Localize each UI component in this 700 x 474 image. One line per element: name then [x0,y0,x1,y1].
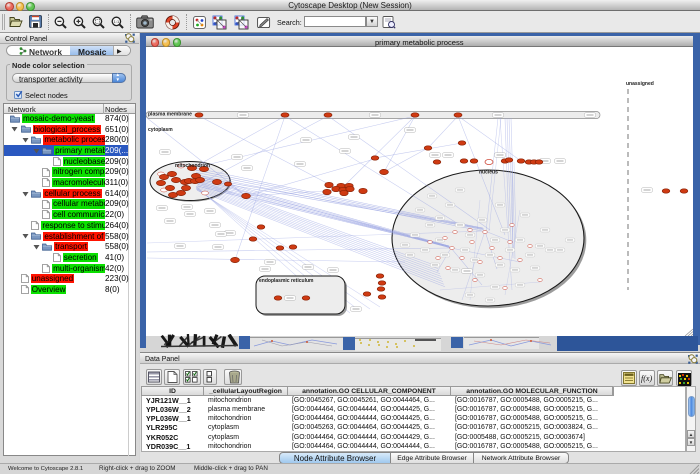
svg-text:nucleus: nucleus [479,170,498,176]
svg-text:1:1: 1:1 [114,19,120,24]
svg-text:endoplasmic reticulum: endoplasmic reticulum [259,278,314,284]
svg-text:mitochondrion: mitochondrion [175,163,210,169]
svg-text:cytoplasm: cytoplasm [148,127,173,133]
svg-text:unassigned: unassigned [626,81,654,87]
svg-text:plasma membrane: plasma membrane [148,112,192,118]
